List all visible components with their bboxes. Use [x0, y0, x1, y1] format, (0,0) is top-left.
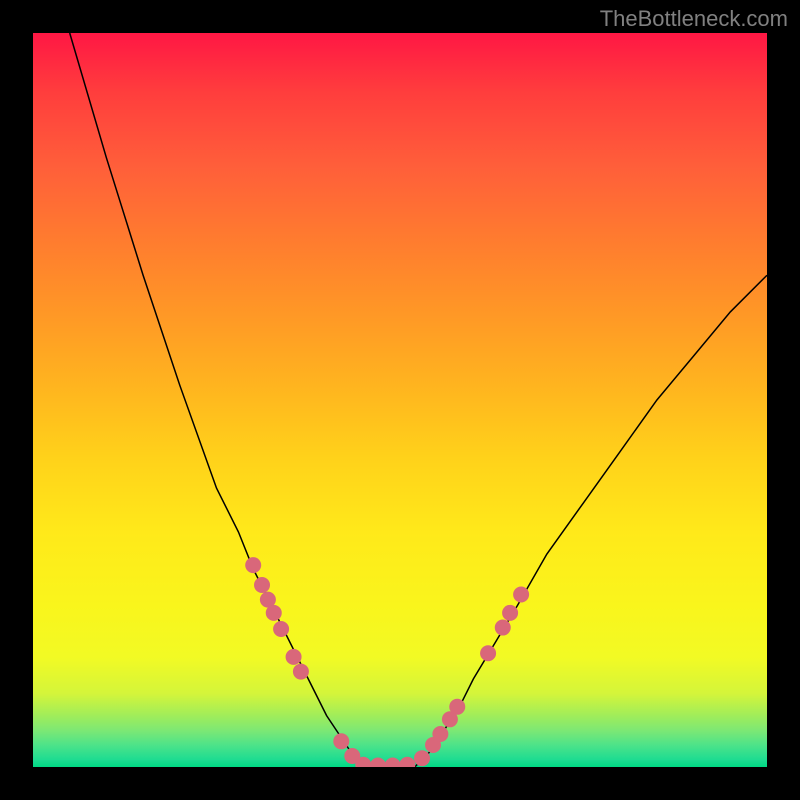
- data-marker: [370, 758, 386, 767]
- data-marker: [266, 605, 282, 621]
- data-marker: [245, 557, 261, 573]
- data-marker: [399, 757, 415, 767]
- scatter-markers: [245, 557, 529, 767]
- data-marker: [513, 587, 529, 603]
- data-marker: [293, 664, 309, 680]
- data-marker: [333, 733, 349, 749]
- chart-svg: [33, 33, 767, 767]
- curve-right: [415, 275, 767, 767]
- data-marker: [480, 645, 496, 661]
- data-marker: [273, 621, 289, 637]
- data-marker: [254, 577, 270, 593]
- data-marker: [502, 605, 518, 621]
- data-marker: [495, 620, 511, 636]
- data-marker: [432, 726, 448, 742]
- curve-left: [70, 33, 364, 767]
- data-marker: [449, 699, 465, 715]
- data-marker: [286, 649, 302, 665]
- chart-plot-area: [33, 33, 767, 767]
- data-marker: [414, 750, 430, 766]
- watermark-text: TheBottleneck.com: [600, 6, 788, 32]
- data-marker: [385, 758, 401, 767]
